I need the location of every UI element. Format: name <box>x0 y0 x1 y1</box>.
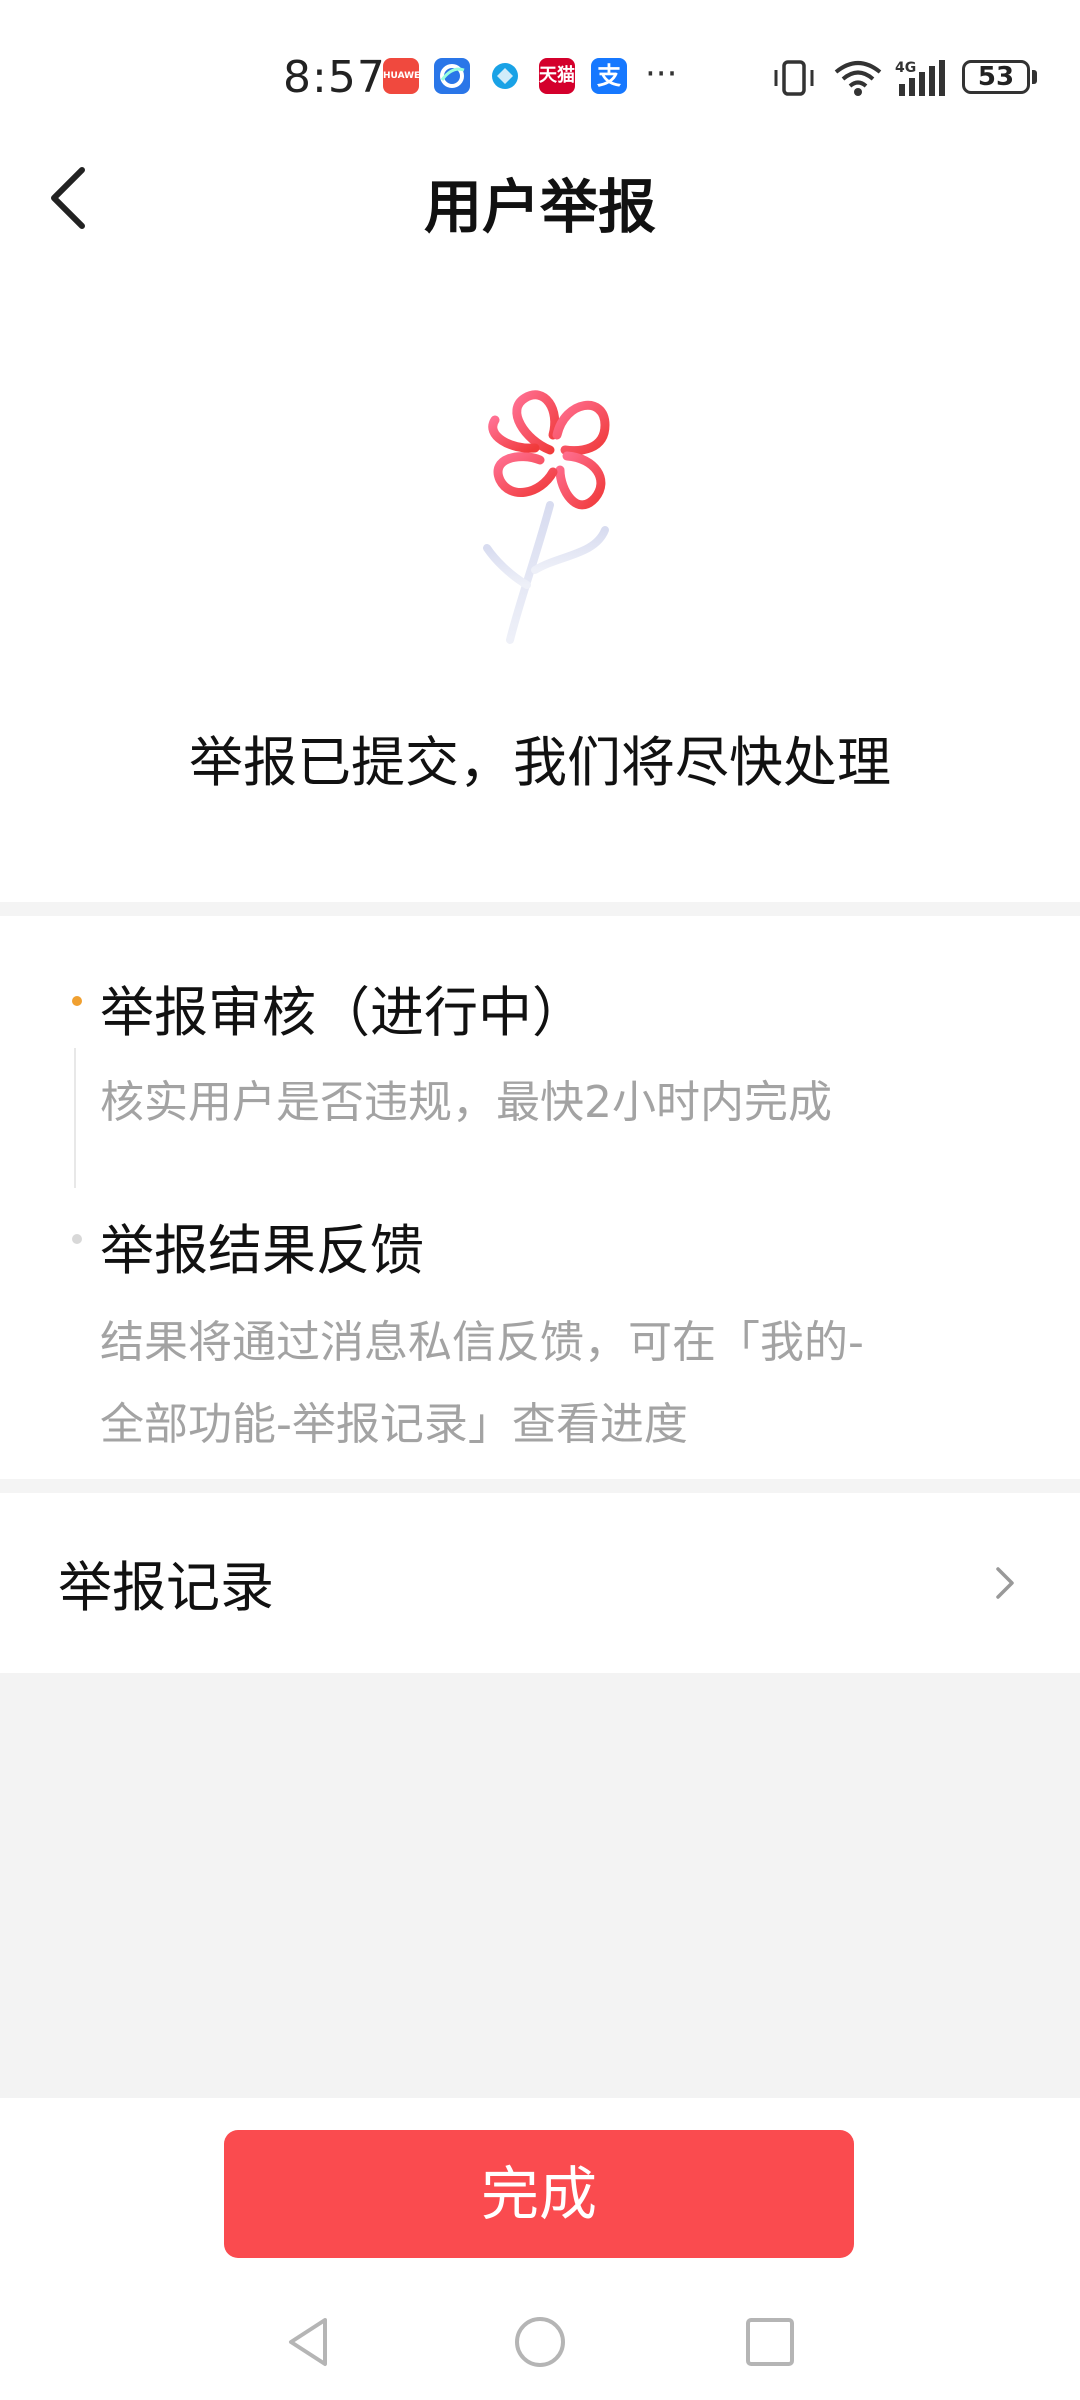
svg-text:4G: 4G <box>895 60 916 76</box>
nav-recents-icon[interactable] <box>744 2316 796 2368</box>
status-time: 8:57 <box>283 52 386 103</box>
more-notifications-icon: ··· <box>645 54 678 94</box>
battery-indicator: 53 <box>962 60 1030 94</box>
report-record-label: 举报记录 <box>58 1556 274 1619</box>
nav-home-icon[interactable] <box>512 2314 568 2370</box>
step-feedback-desc-line2: 全部功能-举报记录」查看进度 <box>100 1399 688 1450</box>
step-connector-line <box>74 1048 76 1188</box>
tmall-icon: 天猫 <box>539 58 575 94</box>
empty-area <box>0 1673 1080 2098</box>
vibrate-icon <box>774 60 814 96</box>
app-icon <box>487 58 523 94</box>
report-record-row[interactable]: 举报记录 <box>0 1493 1080 1673</box>
step-inactive-dot <box>72 1234 82 1244</box>
step-feedback-desc-line1: 结果将通过消息私信反馈，可在「我的- <box>100 1317 864 1368</box>
step-feedback-title: 举报结果反馈 <box>100 1219 424 1282</box>
nav-back-icon[interactable] <box>283 2314 333 2370</box>
cellular-signal-icon: 4G <box>895 60 945 96</box>
step-review-title: 举报审核（进行中） <box>100 981 586 1044</box>
page-title: 用户举报 <box>423 173 656 241</box>
chevron-right-icon <box>996 1567 1014 1599</box>
section-divider <box>0 902 1080 916</box>
browser-icon <box>434 58 470 94</box>
step-active-dot <box>72 996 82 1006</box>
flower-illustration-icon <box>483 390 610 644</box>
submitted-message: 举报已提交，我们将尽快处理 <box>189 731 891 794</box>
step-review-desc: 核实用户是否违规，最快2小时内完成 <box>100 1077 832 1128</box>
status-bar: 8:57 HUAWEI 天猫 支 ··· 4G 53 <box>0 0 1080 160</box>
battery-cap <box>1032 70 1037 84</box>
done-button[interactable]: 完成 <box>224 2130 854 2258</box>
section-divider <box>0 1479 1080 1493</box>
alipay-icon: 支 <box>591 58 627 94</box>
wifi-icon <box>834 61 882 96</box>
huawei-appgallery-icon: HUAWEI <box>383 58 424 94</box>
system-nav-bar <box>0 2290 1080 2400</box>
